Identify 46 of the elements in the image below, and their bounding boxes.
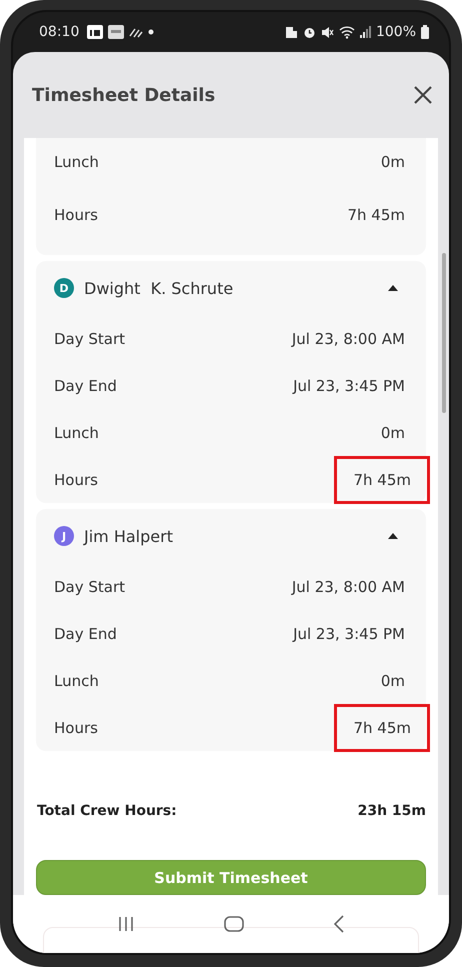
recents-icon[interactable] <box>117 916 136 932</box>
home-icon[interactable] <box>224 916 244 932</box>
row-value: 0m <box>380 670 406 692</box>
sheet-title: Timesheet Details <box>32 84 216 106</box>
dot-icon <box>148 29 154 35</box>
back-icon[interactable] <box>332 915 345 933</box>
stripes-icon <box>129 26 144 38</box>
row-label: Day End <box>54 624 117 642</box>
avatar: J <box>54 526 74 546</box>
row-label: Lunch <box>54 424 99 442</box>
row-label: Day Start <box>54 330 126 348</box>
row-value: Jul 23, 8:00 AM <box>290 328 406 350</box>
row-value: 7h 45m <box>334 456 430 504</box>
row-label: Lunch <box>54 152 99 170</box>
row-label: Hours <box>54 206 98 224</box>
alarm-icon <box>302 26 316 38</box>
building-icon <box>284 26 298 38</box>
total-label: Total Crew Hours: <box>37 803 177 819</box>
submit-button[interactable]: Submit Timesheet <box>36 860 426 895</box>
row-value: Jul 23, 8:00 AM <box>290 576 406 598</box>
app-icon <box>108 25 124 39</box>
mute-icon <box>320 26 334 38</box>
total-value: 23h 15m <box>358 803 426 819</box>
row-value: 7h 45m <box>334 704 430 752</box>
battery-icon <box>421 25 429 39</box>
employee-name: Dwight K. Schrute <box>84 278 234 298</box>
row-label: Day Start <box>54 578 126 596</box>
caret-icon[interactable] <box>388 533 398 539</box>
caret-icon[interactable] <box>388 285 398 291</box>
row-value: 7h 45m <box>346 205 406 226</box>
signal-icon <box>360 26 371 38</box>
row-value: Jul 23, 3:45 PM <box>291 624 406 644</box>
row-label: Hours <box>54 470 98 488</box>
app-icon <box>87 25 104 39</box>
row-value: Jul 23, 3:45 PM <box>291 376 406 396</box>
avatar: D <box>54 278 74 298</box>
status-time: 08:10 <box>39 24 80 40</box>
wifi-icon <box>338 26 355 38</box>
row-label: Lunch <box>54 672 99 690</box>
battery-level: 100% <box>376 24 416 40</box>
row-label: Day End <box>54 376 117 394</box>
employee-name: Jim Halpert <box>84 526 174 546</box>
row-value: 0m <box>380 152 406 172</box>
row-label: Hours <box>54 718 98 736</box>
row-value: 0m <box>380 422 406 444</box>
close-icon[interactable] <box>413 85 433 105</box>
